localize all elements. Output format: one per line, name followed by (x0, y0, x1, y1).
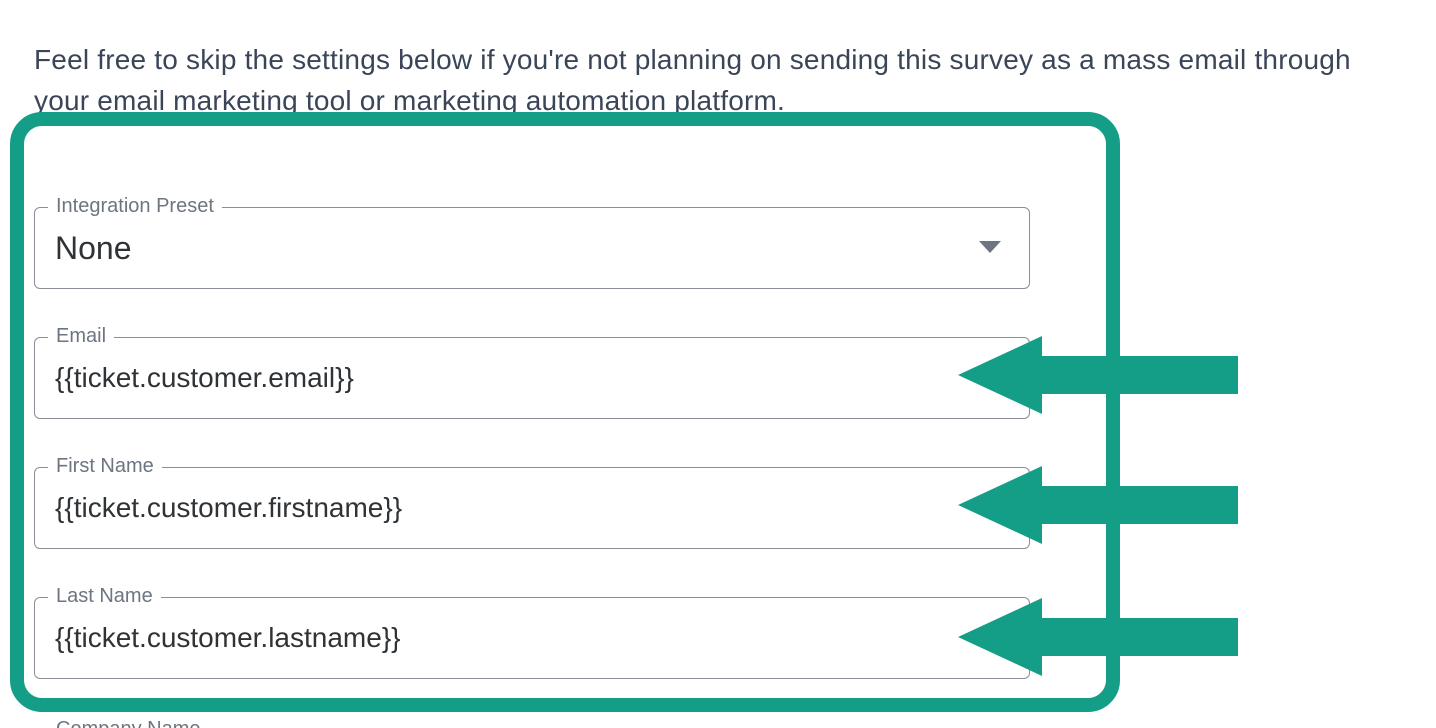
field-first-name: First Name {{ticket.customer.firstname}} (34, 467, 1030, 549)
label-first-name: First Name (48, 455, 162, 478)
label-last-name: Last Name (48, 585, 161, 608)
page: Feel free to skip the settings below if … (0, 0, 1436, 728)
field-last-name: Last Name {{ticket.customer.lastname}} (34, 597, 1030, 679)
arrow-email-icon (958, 336, 1238, 414)
last-name-value: {{ticket.customer.lastname}} (55, 622, 401, 654)
label-company-name-partial: Company Name (48, 718, 209, 728)
intro-text: Feel free to skip the settings below if … (34, 40, 1402, 121)
arrow-last-name-icon (958, 598, 1238, 676)
label-integration-preset: Integration Preset (48, 195, 222, 218)
dropdown-caret-icon (979, 241, 1001, 255)
label-email: Email (48, 325, 114, 348)
field-integration-preset: Integration Preset None (34, 207, 1030, 289)
email-value: {{ticket.customer.email}} (55, 362, 354, 394)
integration-preset-value: None (55, 230, 132, 267)
integration-preset-select[interactable]: None (34, 207, 1030, 289)
first-name-input[interactable]: {{ticket.customer.firstname}} (34, 467, 1030, 549)
first-name-value: {{ticket.customer.firstname}} (55, 492, 402, 524)
arrow-first-name-icon (958, 466, 1238, 544)
email-input[interactable]: {{ticket.customer.email}} (34, 337, 1030, 419)
field-email: Email {{ticket.customer.email}} (34, 337, 1030, 419)
last-name-input[interactable]: {{ticket.customer.lastname}} (34, 597, 1030, 679)
